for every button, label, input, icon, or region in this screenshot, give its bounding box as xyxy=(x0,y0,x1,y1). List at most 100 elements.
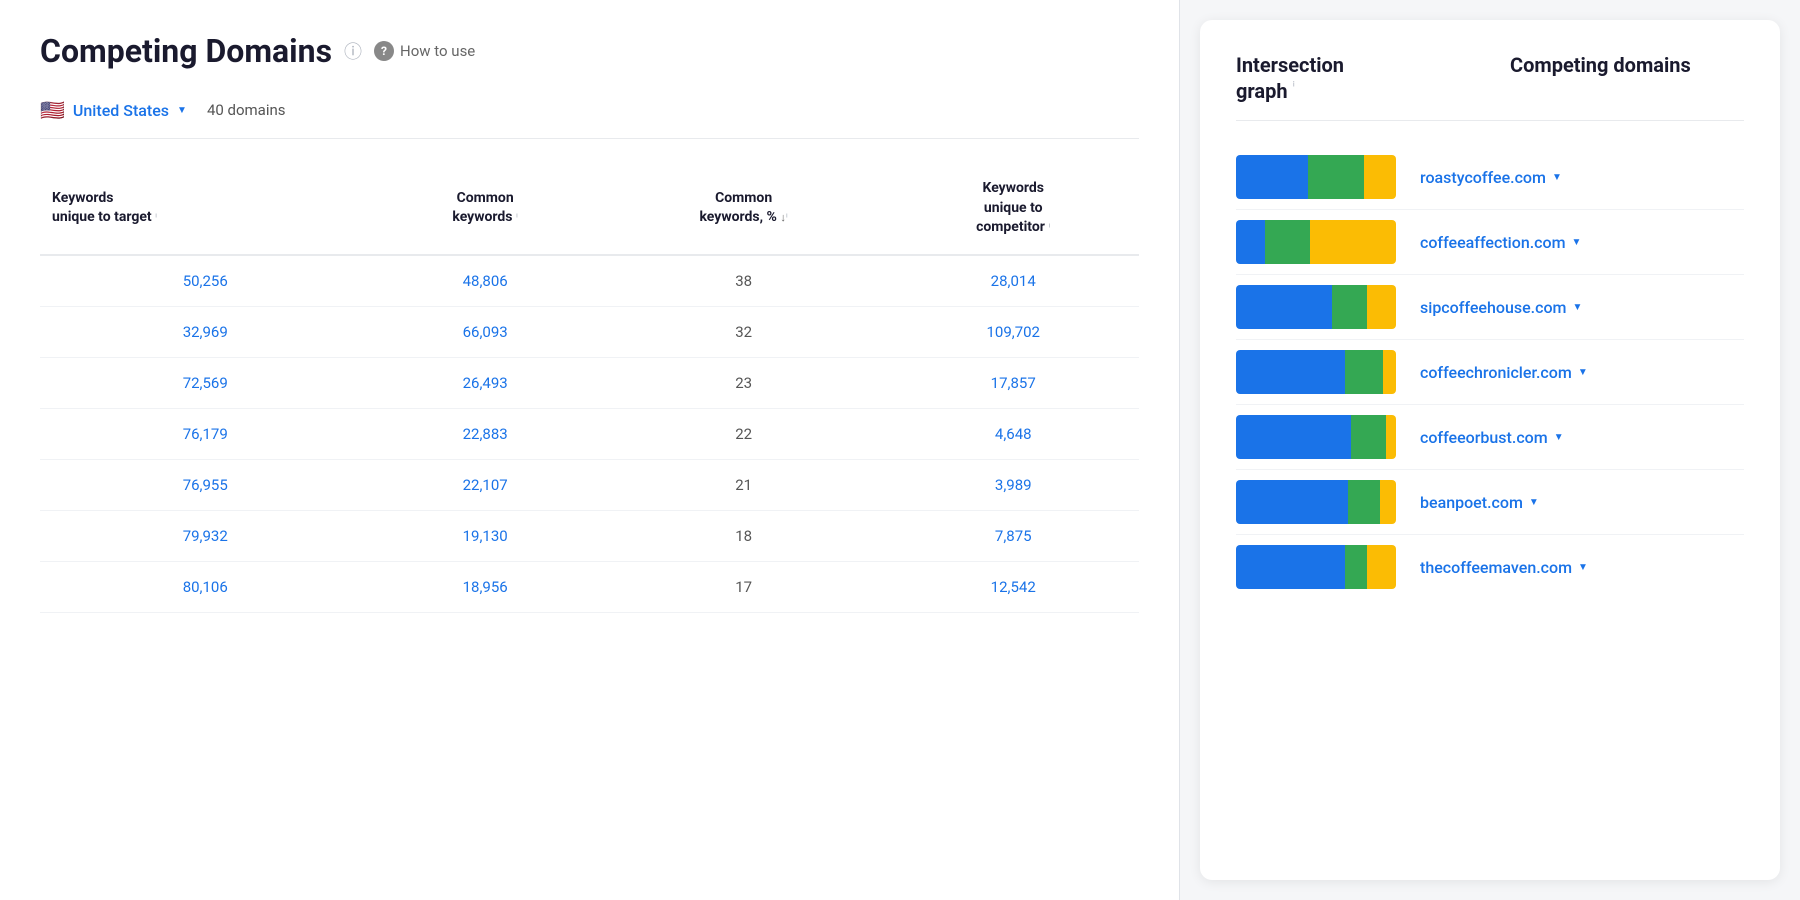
domain-dropdown-icon: ▼ xyxy=(1572,237,1582,248)
bar-yellow xyxy=(1383,350,1396,394)
graph-row: coffeeaffection.com ▼ xyxy=(1236,210,1744,275)
cell-common-keywords-pct: 38 xyxy=(600,255,888,307)
domains-count: 40 domains xyxy=(207,101,286,119)
graph-row: coffeeorbust.com ▼ xyxy=(1236,405,1744,470)
flag-icon: 🇺🇸 xyxy=(40,98,65,122)
cell-common-keywords[interactable]: 18,956 xyxy=(370,561,599,612)
cell-common-keywords[interactable]: 22,883 xyxy=(370,408,599,459)
bar-yellow xyxy=(1367,545,1396,589)
col-header-keywords-unique-target: Keywordsunique to target ⁱ xyxy=(40,163,370,255)
cell-keywords-unique-competitor[interactable]: 17,857 xyxy=(887,357,1139,408)
table-row: 72,569 26,493 23 17,857 xyxy=(40,357,1139,408)
domain-link[interactable]: sipcoffeehouse.com ▼ xyxy=(1420,298,1582,317)
how-to-use-icon: ? xyxy=(374,41,394,61)
domain-dropdown-icon: ▼ xyxy=(1554,432,1564,443)
domain-name: roastycoffee.com xyxy=(1420,168,1546,187)
intersection-bar xyxy=(1236,285,1396,329)
cell-common-keywords-pct: 18 xyxy=(600,510,888,561)
cell-keywords-unique-competitor[interactable]: 4,648 xyxy=(887,408,1139,459)
bar-yellow xyxy=(1367,285,1396,329)
bar-blue xyxy=(1236,350,1345,394)
data-table: Keywordsunique to target ⁱ Commonkeyword… xyxy=(40,163,1139,613)
bar-yellow xyxy=(1364,155,1396,199)
domain-name: coffeechronicler.com xyxy=(1420,363,1572,382)
intersection-bar xyxy=(1236,480,1396,524)
cell-keywords-unique-competitor[interactable]: 12,542 xyxy=(887,561,1139,612)
left-panel: Competing Domains ⓘ ? How to use 🇺🇸 Unit… xyxy=(0,0,1180,900)
domain-link[interactable]: coffeeaffection.com ▼ xyxy=(1420,233,1581,252)
competing-domains-title: Competing domains xyxy=(1510,52,1744,78)
cell-keywords-unique-target[interactable]: 32,969 xyxy=(40,306,370,357)
cell-common-keywords[interactable]: 66,093 xyxy=(370,306,599,357)
cell-common-keywords-pct: 22 xyxy=(600,408,888,459)
intersection-bar xyxy=(1236,220,1396,264)
col-info-3: ⁱ xyxy=(786,211,788,224)
col-info-4: ⁱ xyxy=(1048,221,1050,234)
cell-common-keywords-pct: 21 xyxy=(600,459,888,510)
country-selector[interactable]: 🇺🇸 United States ▼ xyxy=(40,98,187,122)
country-dropdown-arrow: ▼ xyxy=(177,105,187,116)
bar-yellow xyxy=(1380,480,1396,524)
bar-yellow xyxy=(1310,220,1396,264)
cell-common-keywords[interactable]: 22,107 xyxy=(370,459,599,510)
graph-row: sipcoffeehouse.com ▼ xyxy=(1236,275,1744,340)
cell-keywords-unique-competitor[interactable]: 28,014 xyxy=(887,255,1139,307)
domain-link[interactable]: beanpoet.com ▼ xyxy=(1420,493,1539,512)
graph-rows: roastycoffee.com ▼ coffeeaffection.com ▼… xyxy=(1236,145,1744,599)
intersection-info-icon: ⁱ xyxy=(1293,79,1295,94)
col-header-keywords-unique-competitor: Keywordsunique tocompetitor ⁱ xyxy=(887,163,1139,255)
intersection-bar xyxy=(1236,415,1396,459)
page-title: Competing Domains xyxy=(40,32,332,70)
graph-row: beanpoet.com ▼ xyxy=(1236,470,1744,535)
col-info-2: ⁱ xyxy=(516,211,518,224)
how-to-use-label: How to use xyxy=(400,42,475,60)
bar-blue xyxy=(1236,415,1351,459)
domain-link[interactable]: thecoffeemaven.com ▼ xyxy=(1420,558,1588,577)
cell-keywords-unique-target[interactable]: 72,569 xyxy=(40,357,370,408)
cell-keywords-unique-target[interactable]: 76,955 xyxy=(40,459,370,510)
cell-keywords-unique-competitor[interactable]: 3,989 xyxy=(887,459,1139,510)
domain-link[interactable]: coffeeorbust.com ▼ xyxy=(1420,428,1564,447)
bar-green xyxy=(1332,285,1367,329)
filter-bar: 🇺🇸 United States ▼ 40 domains xyxy=(40,98,1139,139)
bar-blue xyxy=(1236,285,1332,329)
bar-green xyxy=(1348,480,1380,524)
right-panel-header: Intersectiongraph ⁱ Competing domains xyxy=(1236,52,1744,121)
cell-keywords-unique-competitor[interactable]: 7,875 xyxy=(887,510,1139,561)
domain-name: sipcoffeehouse.com xyxy=(1420,298,1566,317)
domain-dropdown-icon: ▼ xyxy=(1578,367,1588,378)
domain-link[interactable]: roastycoffee.com ▼ xyxy=(1420,168,1562,187)
table-row: 32,969 66,093 32 109,702 xyxy=(40,306,1139,357)
cell-keywords-unique-target[interactable]: 76,179 xyxy=(40,408,370,459)
cell-common-keywords-pct: 32 xyxy=(600,306,888,357)
domain-name: thecoffeemaven.com xyxy=(1420,558,1572,577)
intersection-graph-title: Intersectiongraph ⁱ xyxy=(1236,52,1470,104)
country-label: United States xyxy=(73,101,169,120)
how-to-use-link[interactable]: ? How to use xyxy=(374,41,475,61)
bar-blue xyxy=(1236,480,1348,524)
bar-yellow xyxy=(1386,415,1396,459)
cell-keywords-unique-target[interactable]: 80,106 xyxy=(40,561,370,612)
domain-dropdown-icon: ▼ xyxy=(1578,562,1588,573)
cell-common-keywords[interactable]: 26,493 xyxy=(370,357,599,408)
cell-keywords-unique-target[interactable]: 79,932 xyxy=(40,510,370,561)
cell-common-keywords[interactable]: 19,130 xyxy=(370,510,599,561)
domain-name: beanpoet.com xyxy=(1420,493,1523,512)
intersection-bar xyxy=(1236,545,1396,589)
col-info-1: ⁱ xyxy=(155,211,157,224)
intersection-bar xyxy=(1236,155,1396,199)
bar-green xyxy=(1351,415,1386,459)
domain-link[interactable]: coffeechronicler.com ▼ xyxy=(1420,363,1588,382)
intersection-bar xyxy=(1236,350,1396,394)
right-panel: Intersectiongraph ⁱ Competing domains ro… xyxy=(1200,20,1780,880)
domain-dropdown-icon: ▼ xyxy=(1572,302,1582,313)
bar-blue xyxy=(1236,545,1345,589)
cell-common-keywords[interactable]: 48,806 xyxy=(370,255,599,307)
domain-name: coffeeorbust.com xyxy=(1420,428,1548,447)
col-header-common-keywords: Commonkeywords ⁱ xyxy=(370,163,599,255)
cell-keywords-unique-target[interactable]: 50,256 xyxy=(40,255,370,307)
bar-green xyxy=(1345,350,1383,394)
cell-keywords-unique-competitor[interactable]: 109,702 xyxy=(887,306,1139,357)
title-info-icon[interactable]: ⓘ xyxy=(344,38,362,64)
bar-blue xyxy=(1236,220,1265,264)
